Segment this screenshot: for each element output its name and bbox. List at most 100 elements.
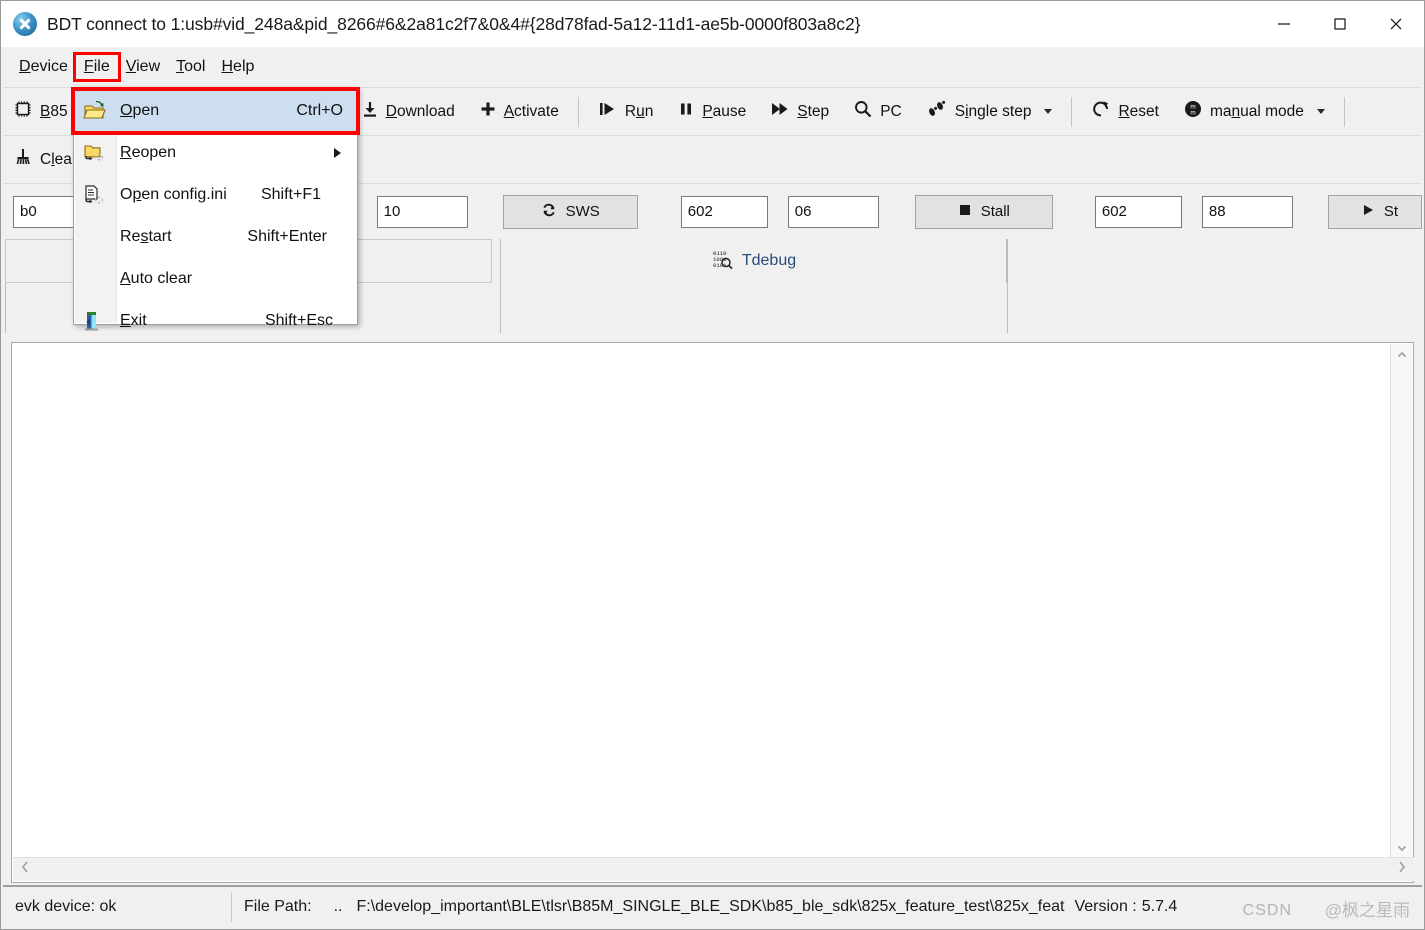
close-button[interactable] <box>1368 1 1424 47</box>
panel-divider-far-left <box>5 283 6 333</box>
status-file-path-label: File Path: <box>244 898 312 915</box>
menu-item-restart-label: Restart <box>120 228 172 245</box>
run-icon <box>598 100 618 123</box>
status-file-path: F:\develop_important\BLE\tlsr\B85M_SINGL… <box>356 898 1065 915</box>
stall-value-input[interactable]: 88 <box>1201 195 1293 228</box>
menu-item-exit-label: Exit <box>120 312 147 329</box>
log-output-area[interactable] <box>11 342 1414 883</box>
count-input[interactable]: 10 <box>376 195 468 228</box>
status-bar: evk device: ok File Path: .. F:\develop_… <box>3 885 1422 927</box>
panel-divider-right <box>1007 239 1008 333</box>
title-bar: BDT connect to 1:usb#vid_248a&pid_8266#6… <box>1 1 1424 47</box>
start-button-label: St <box>1383 203 1399 220</box>
menu-item-restart-accel: Shift+Enter <box>247 228 327 245</box>
binary-magnifier-icon: 0110 1001 0101 <box>711 248 733 275</box>
minimize-button[interactable] <box>1256 1 1312 47</box>
scroll-down-icon[interactable] <box>1391 837 1413 859</box>
menu-item-open[interactable]: Open Ctrl+O <box>71 87 360 135</box>
pause-icon <box>677 100 695 123</box>
menu-tool[interactable]: Tool <box>168 55 213 79</box>
menu-item-reopen[interactable]: Reopen <box>74 132 357 174</box>
menu-file[interactable]: File <box>72 52 121 82</box>
broom-icon <box>13 147 33 172</box>
toolbar-download-label: Download <box>385 102 455 120</box>
menu-help[interactable]: Help <box>213 55 262 79</box>
config-file-icon <box>74 184 116 206</box>
toolbar-pc-button[interactable]: PC <box>841 93 914 131</box>
maximize-button[interactable] <box>1312 1 1368 47</box>
menu-item-open-accel: Ctrl+O <box>296 102 343 119</box>
toolbar-step-button[interactable]: Step <box>758 93 841 131</box>
toolbar-run-label: Run <box>624 102 654 120</box>
menu-view[interactable]: View <box>118 55 168 79</box>
open-folder-icon <box>74 100 116 122</box>
stall-address-input[interactable]: 602 <box>1094 195 1182 228</box>
step-forward-icon <box>770 100 790 123</box>
scroll-left-icon[interactable] <box>19 860 31 879</box>
menu-device[interactable]: Device <box>11 55 76 79</box>
svg-text:0101: 0101 <box>713 262 727 269</box>
chevron-down-icon[interactable] <box>1316 109 1325 114</box>
horizontal-scrollbar[interactable] <box>13 857 1414 881</box>
toolbar-manual-mode-label: manual mode <box>1209 102 1304 120</box>
window-controls <box>1256 1 1424 47</box>
tab-tdebug[interactable]: 0110 1001 0101 Tdebug <box>500 239 1007 283</box>
toolbar-chip-button[interactable]: B85 <box>3 93 80 131</box>
menu-item-reopen-label: Reopen <box>120 144 177 161</box>
scroll-right-icon[interactable] <box>1396 860 1408 879</box>
svg-text:m: m <box>1190 110 1195 117</box>
play-triangle-icon <box>1361 203 1375 221</box>
footsteps-icon <box>926 99 948 124</box>
toolbar-pause-label: Pause <box>702 102 747 120</box>
magnifier-icon <box>853 99 873 124</box>
toolbar-single-step-button[interactable]: Single step <box>914 93 1065 131</box>
submenu-arrow-icon <box>334 148 341 158</box>
menu-item-open-config[interactable]: Open config.ini Shift+F1 <box>74 174 357 216</box>
toolbar-separator <box>577 96 579 127</box>
sws-button-label: SWS <box>565 203 600 220</box>
vertical-scrollbar[interactable] <box>1390 344 1412 859</box>
menu-item-open-label: Open <box>120 102 160 119</box>
sws-value-input[interactable]: 06 <box>787 195 879 228</box>
toolbar-separator <box>1071 96 1073 127</box>
status-version-value: 5.7.4 <box>1141 898 1178 915</box>
stall-button-label: Stall <box>980 203 1010 220</box>
toolbar-step-label: Step <box>797 102 830 120</box>
toolbar-chip-label: B85 <box>40 102 68 120</box>
reset-arrow-icon <box>1091 99 1111 124</box>
toolbar-pause-button[interactable]: Pause <box>665 93 758 131</box>
tab-tdebug-label: Tdebug <box>741 252 797 269</box>
menu-item-exit[interactable]: Exit Shift+Esc <box>74 300 357 342</box>
menu-item-open-config-label: Open config.ini <box>120 186 227 203</box>
window-title: BDT connect to 1:usb#vid_248a&pid_8266#6… <box>47 13 861 34</box>
toolbar-activate-button[interactable]: Activate <box>467 93 571 131</box>
download-arrow-icon <box>361 100 379 123</box>
reopen-folder-icon <box>74 142 116 164</box>
sws-button[interactable]: SWS <box>502 194 638 229</box>
toolbar-reset-label: Reset <box>1118 102 1159 120</box>
toolbar-single-step-label: Single step <box>954 102 1032 120</box>
status-version-label: Version : <box>1074 898 1137 915</box>
menu-bar: Device File View Tool Help <box>1 47 1424 87</box>
stall-button[interactable]: Stall <box>914 194 1053 229</box>
toolbar-activate-label: Activate <box>503 102 559 120</box>
chevron-down-icon[interactable] <box>1044 109 1053 114</box>
menu-item-auto-clear[interactable]: Auto clear <box>74 258 357 300</box>
menu-item-auto-clear-label: Auto clear <box>120 270 193 287</box>
start-button[interactable]: St <box>1327 194 1422 229</box>
status-file-path-prefix: .. <box>333 898 343 915</box>
exit-door-icon <box>74 310 116 332</box>
menu-item-restart[interactable]: Restart Shift+Enter <box>74 216 357 258</box>
toolbar-run-button[interactable]: Run <box>586 93 665 131</box>
panel-divider-left-lower <box>500 283 501 333</box>
scroll-up-icon[interactable] <box>1391 344 1413 366</box>
sws-refresh-icon <box>541 202 557 222</box>
toolbar-manual-mode-button[interactable]: m m manual mode <box>1171 93 1337 131</box>
sws-address-input[interactable]: 602 <box>680 195 768 228</box>
toolbar-download-button[interactable]: Download <box>349 93 467 131</box>
menu-item-exit-accel: Shift+Esc <box>264 312 333 329</box>
stop-square-icon <box>958 203 972 221</box>
toolbar-pc-label: PC <box>880 102 902 120</box>
status-device: evk device: ok <box>15 898 117 915</box>
toolbar-reset-button[interactable]: Reset <box>1079 93 1171 131</box>
